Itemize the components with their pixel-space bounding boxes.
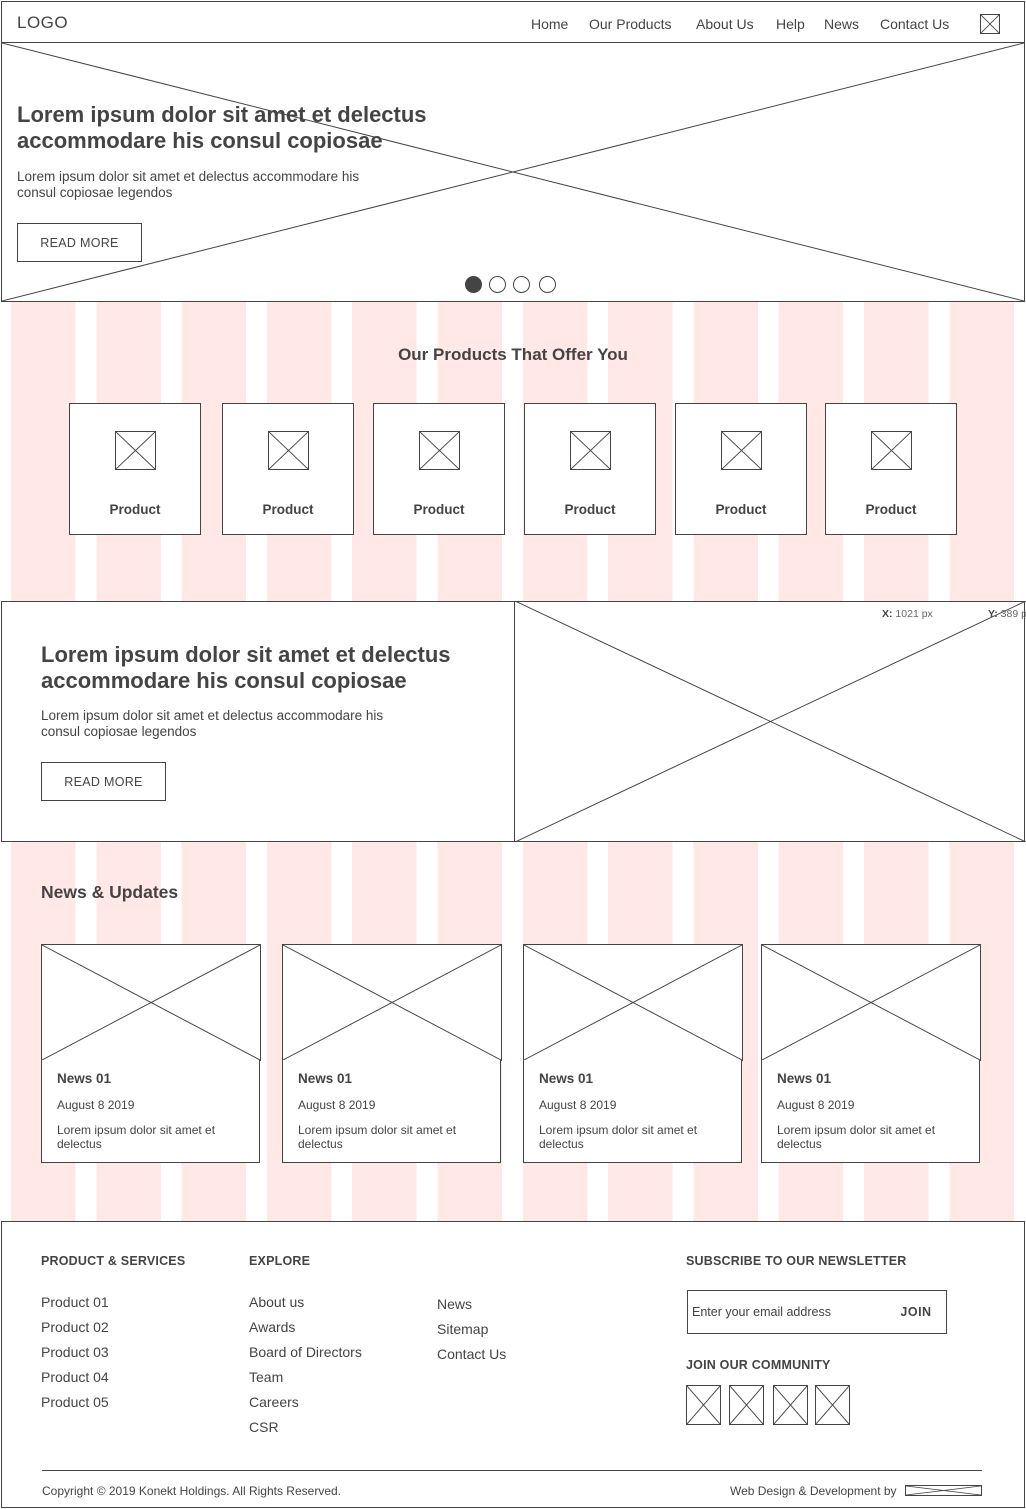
- hero-title: Lorem ipsum dolor sit amet et delectus a…: [17, 102, 427, 153]
- product-card[interactable]: Product: [825, 403, 957, 535]
- main-nav: Home Our Products About Us Help News Con…: [2, 16, 1024, 36]
- product-image-icon: [721, 431, 762, 470]
- news-date: August 8 2019: [539, 1098, 617, 1112]
- news-title[interactable]: News 01: [57, 1071, 111, 1086]
- product-label: Product: [109, 502, 161, 517]
- products-section-title: Our Products That Offer You: [398, 345, 628, 364]
- newsletter-join-button[interactable]: JOIN: [888, 1302, 944, 1322]
- news-date: August 8 2019: [57, 1098, 135, 1112]
- credit-text: Web Design & Development by: [730, 1484, 897, 1498]
- product-label: Product: [413, 502, 465, 517]
- product-image-icon: [268, 431, 309, 470]
- slider-dot-3[interactable]: [513, 276, 530, 293]
- feature-title: Lorem ipsum dolor sit amet et delectus a…: [41, 642, 451, 693]
- footer-link-product-03[interactable]: Product 03: [41, 1344, 109, 1360]
- footer-divider: [42, 1470, 982, 1471]
- news-image-placeholder: [523, 944, 743, 1061]
- nav-contact-us[interactable]: Contact Us: [880, 16, 949, 32]
- product-card[interactable]: Product: [69, 403, 201, 535]
- news-image-placeholder: [41, 944, 261, 1061]
- product-label: Product: [262, 502, 314, 517]
- newsletter-email-input[interactable]: [692, 1302, 882, 1322]
- feature-image-placeholder: [514, 601, 1026, 842]
- hero-slider: Lorem ipsum dolor sit amet et delectus a…: [1, 42, 1025, 302]
- news-title[interactable]: News 01: [777, 1071, 831, 1086]
- social-icon[interactable]: [815, 1385, 850, 1425]
- site-header: LOGO Home Our Products About Us Help New…: [1, 1, 1025, 43]
- coordinate-readout-y: Y: 389 p: [988, 608, 1026, 620]
- product-label: Product: [715, 502, 767, 517]
- product-image-icon: [570, 431, 611, 470]
- news-card-body: News 01 August 8 2019 Lorem ipsum dolor …: [41, 1060, 260, 1163]
- hero-read-more-button[interactable]: READ MORE: [17, 223, 142, 262]
- news-card[interactable]: News 01 August 8 2019 Lorem ipsum dolor …: [41, 944, 261, 1163]
- footer-link-product-02[interactable]: Product 02: [41, 1319, 109, 1335]
- news-card-body: News 01 August 8 2019 Lorem ipsum dolor …: [761, 1060, 980, 1163]
- nav-our-products[interactable]: Our Products: [589, 16, 671, 32]
- slider-dot-2[interactable]: [489, 276, 506, 293]
- news-card[interactable]: News 01 August 8 2019 Lorem ipsum dolor …: [523, 944, 743, 1163]
- footer-products-heading: PRODUCT & SERVICES: [41, 1254, 186, 1268]
- footer-link-product-01[interactable]: Product 01: [41, 1294, 109, 1310]
- footer-link-product-05[interactable]: Product 05: [41, 1394, 109, 1410]
- product-card[interactable]: Product: [675, 403, 807, 535]
- news-date: August 8 2019: [298, 1098, 376, 1112]
- news-excerpt: Lorem ipsum dolor sit amet et delectus: [777, 1123, 936, 1151]
- nav-help[interactable]: Help: [776, 16, 805, 32]
- news-title[interactable]: News 01: [298, 1071, 352, 1086]
- image-placeholder-icon[interactable]: [980, 14, 1000, 34]
- footer-link-team[interactable]: Team: [249, 1369, 283, 1385]
- social-icon[interactable]: [686, 1385, 721, 1425]
- news-image-placeholder: [761, 944, 981, 1061]
- news-excerpt: Lorem ipsum dolor sit amet et delectus: [539, 1123, 698, 1151]
- news-card[interactable]: News 01 August 8 2019 Lorem ipsum dolor …: [282, 944, 502, 1163]
- news-image-placeholder: [282, 944, 502, 1061]
- feature-text: Lorem ipsum dolor sit amet et delectus a…: [41, 708, 384, 739]
- coordinate-readout-x: X: 1021 px: [882, 608, 933, 620]
- news-card[interactable]: News 01 August 8 2019 Lorem ipsum dolor …: [761, 944, 981, 1163]
- product-image-icon: [115, 431, 156, 470]
- news-section-title: News & Updates: [41, 882, 179, 902]
- copyright-text: Copyright © 2019 Konekt Holdings. All Ri…: [42, 1484, 341, 1498]
- footer-link-product-04[interactable]: Product 04: [41, 1369, 109, 1385]
- nav-about-us[interactable]: About Us: [696, 16, 754, 32]
- footer-link-about-us[interactable]: About us: [249, 1294, 304, 1310]
- product-image-icon: [419, 431, 460, 470]
- hero-text: Lorem ipsum dolor sit amet et delectus a…: [17, 169, 360, 200]
- news-excerpt: Lorem ipsum dolor sit amet et delectus: [57, 1123, 216, 1151]
- slider-dot-1[interactable]: [465, 276, 482, 293]
- social-icon[interactable]: [773, 1385, 808, 1425]
- feature-read-more-button[interactable]: READ MORE: [41, 762, 166, 801]
- footer-link-board-of-directors[interactable]: Board of Directors: [249, 1344, 362, 1360]
- agency-logo-placeholder[interactable]: [905, 1485, 982, 1496]
- footer-link-news[interactable]: News: [437, 1296, 472, 1312]
- footer-link-contact-us[interactable]: Contact Us: [437, 1346, 506, 1362]
- feature-section: Lorem ipsum dolor sit amet et delectus a…: [1, 601, 1026, 842]
- product-image-icon: [871, 431, 912, 470]
- product-card[interactable]: Product: [373, 403, 505, 535]
- community-heading: JOIN OUR COMMUNITY: [686, 1358, 831, 1372]
- news-excerpt: Lorem ipsum dolor sit amet et delectus: [298, 1123, 457, 1151]
- nav-home[interactable]: Home: [531, 16, 568, 32]
- footer-link-awards[interactable]: Awards: [249, 1319, 295, 1335]
- product-card[interactable]: Product: [524, 403, 656, 535]
- news-card-body: News 01 August 8 2019 Lorem ipsum dolor …: [282, 1060, 501, 1163]
- nav-news[interactable]: News: [824, 16, 859, 32]
- newsletter-form: JOIN: [687, 1290, 947, 1334]
- product-label: Product: [564, 502, 616, 517]
- social-icon[interactable]: [729, 1385, 764, 1425]
- footer-explore-heading: EXPLORE: [249, 1254, 311, 1268]
- footer-link-csr[interactable]: CSR: [249, 1419, 279, 1435]
- footer-link-careers[interactable]: Careers: [249, 1394, 299, 1410]
- product-label: Product: [865, 502, 917, 517]
- news-title[interactable]: News 01: [539, 1071, 593, 1086]
- product-card[interactable]: Product: [222, 403, 354, 535]
- slider-dot-4[interactable]: [539, 276, 556, 293]
- site-footer: PRODUCT & SERVICES Product 01 Product 02…: [1, 1221, 1025, 1508]
- footer-link-sitemap[interactable]: Sitemap: [437, 1321, 488, 1337]
- news-date: August 8 2019: [777, 1098, 855, 1112]
- news-card-body: News 01 August 8 2019 Lorem ipsum dolor …: [523, 1060, 742, 1163]
- newsletter-heading: SUBSCRIBE TO OUR NEWSLETTER: [686, 1254, 907, 1268]
